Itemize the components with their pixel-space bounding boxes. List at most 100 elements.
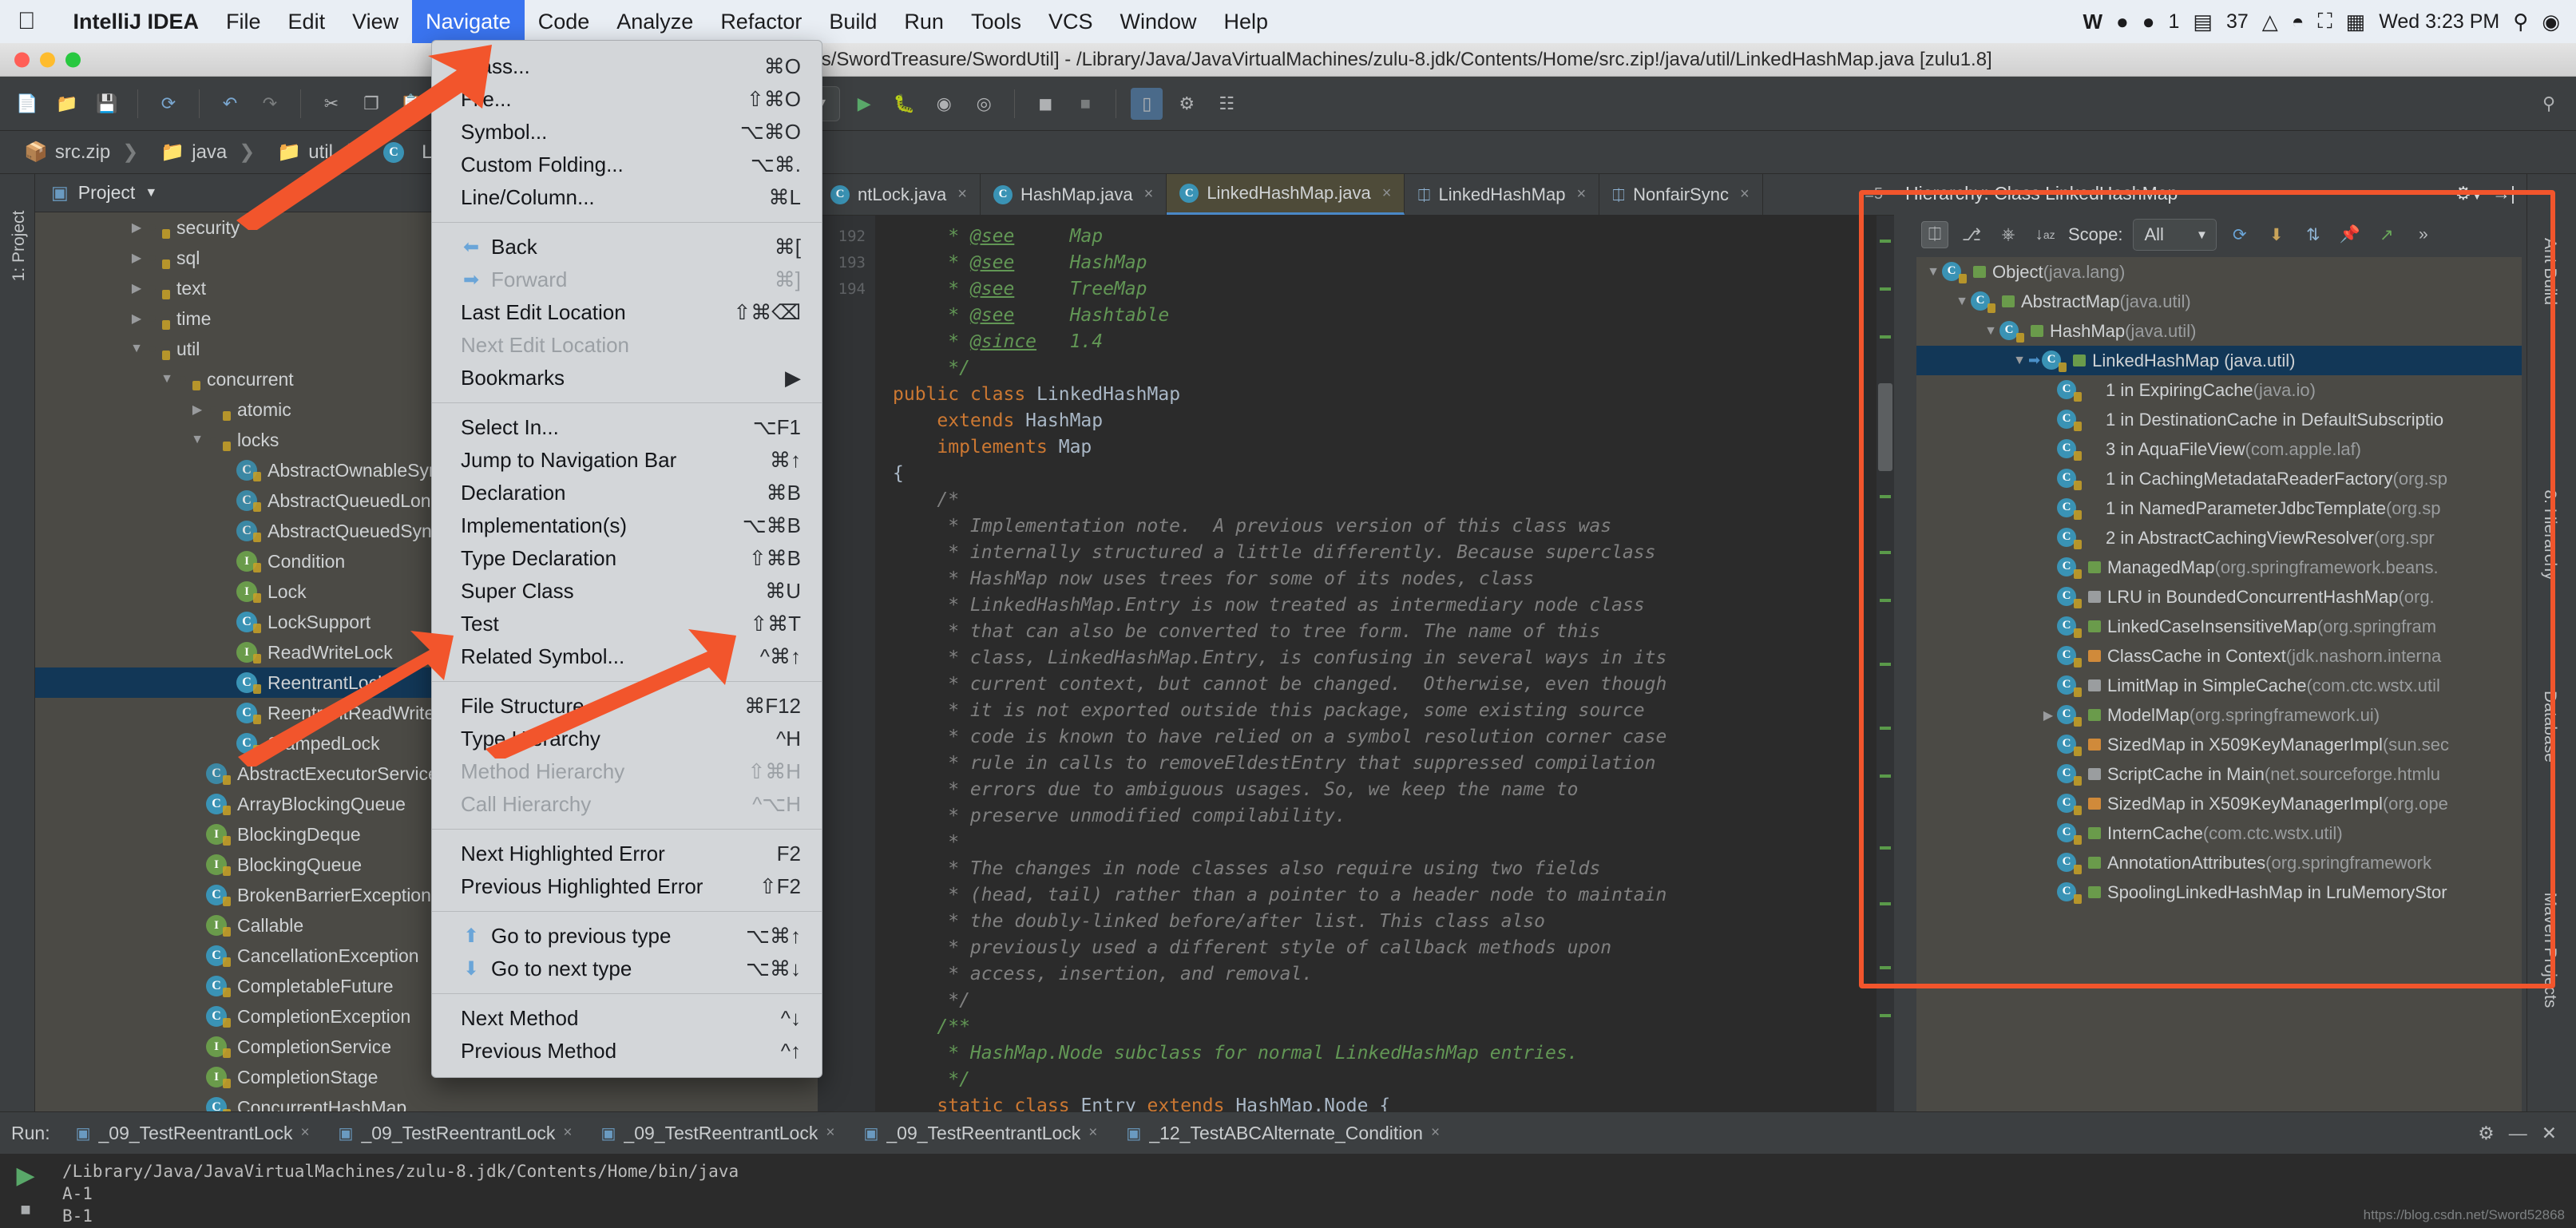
tool-window-database-label[interactable]: Database: [2540, 663, 2559, 790]
code-line[interactable]: */: [893, 988, 1894, 1014]
navigate-menu-item[interactable]: Next Highlighted Error F2: [432, 838, 822, 870]
close-tab-icon[interactable]: ×: [957, 185, 967, 204]
expand-toggle-icon[interactable]: ▶: [128, 280, 145, 296]
code-line[interactable]: */: [893, 1067, 1894, 1093]
breadcrumb-item-java[interactable]: 📁 java ❯: [151, 141, 264, 164]
code-line[interactable]: extends HashMap: [893, 408, 1894, 434]
hierarchy-tree-row[interactable]: C 2 in AbstractCachingViewResolver (org.s…: [1916, 523, 2522, 553]
code-line[interactable]: * rule in calls to removeEldestEntry tha…: [893, 751, 1894, 777]
window-controls[interactable]: [14, 52, 81, 67]
hierarchy-tree-row[interactable]: C SpoolingLinkedHashMap in LruMemoryStor: [1916, 877, 2522, 907]
navigate-menu-item[interactable]: File Structure ⌘F12: [432, 690, 822, 723]
code-line[interactable]: * HashMap.Node subclass for normal Linke…: [893, 1040, 1894, 1067]
close-run-tab-icon[interactable]: ×: [563, 1124, 572, 1142]
expand-toggle-icon[interactable]: ▶: [128, 311, 145, 327]
close-panel-icon[interactable]: ✕: [2542, 1123, 2557, 1144]
code-view[interactable]: 192 193 194 * @see Map * @see HashMap * @s…: [818, 216, 1894, 1121]
expand-toggle-icon[interactable]: ▼: [128, 342, 145, 356]
run-tab[interactable]: ▣ _09_TestReentrantLock ×: [61, 1123, 324, 1144]
navigate-menu-item[interactable]: Class... ⌘O: [432, 50, 822, 83]
code-line[interactable]: * current context, but cannot be changed…: [893, 671, 1894, 698]
hierarchy-tree[interactable]: ▼ C Object (java.lang) ▼ C AbstractMap (java.…: [1916, 257, 2522, 1177]
open-folder-icon[interactable]: 📁: [51, 88, 83, 120]
navigate-menu-item[interactable]: Custom Folding... ⌥⌘.: [432, 149, 822, 181]
menu-item-run[interactable]: Run: [890, 0, 957, 43]
breadcrumb-item-util[interactable]: 📁 util ❯: [268, 141, 371, 164]
code-line[interactable]: {: [893, 461, 1894, 487]
tab-overflow-indicator[interactable]: ≡5: [1853, 174, 1894, 215]
minimize-window-button[interactable]: [40, 52, 55, 67]
keyboard-icon[interactable]: ▦: [2346, 10, 2366, 34]
close-tab-icon[interactable]: ×: [1576, 185, 1586, 204]
more-icon[interactable]: »: [2410, 221, 2437, 248]
code-line[interactable]: * preserve unmodified compilability.: [893, 803, 1894, 830]
tool-window-project-label[interactable]: 1: Project: [10, 198, 29, 294]
code-line[interactable]: /**: [893, 1014, 1894, 1040]
breadcrumb-item-srczip[interactable]: 📦 src.zip ❯: [14, 141, 148, 164]
code-line[interactable]: *: [893, 830, 1894, 856]
debug-button[interactable]: 🐛: [888, 88, 920, 120]
hierarchy-tree-row[interactable]: C LimitMap in SimpleCache (com.ctc.wstx.u…: [1916, 671, 2522, 700]
navigate-menu-item[interactable]: Declaration ⌘B: [432, 477, 822, 509]
hierarchy-tree-row[interactable]: ▶ C ModelMap (org.springframework.ui): [1916, 700, 2522, 730]
minimize-panel-icon[interactable]: —: [2509, 1123, 2527, 1144]
copy-icon[interactable]: ❐: [355, 88, 387, 120]
refresh-icon[interactable]: ⟳: [2226, 221, 2253, 248]
gear-icon[interactable]: ⚙▼: [2455, 183, 2483, 204]
hierarchy-tree-row[interactable]: C AnnotationAttributes (org.springframewo…: [1916, 848, 2522, 877]
error-stripe-marker[interactable]: [1877, 216, 1894, 1121]
tool-window-maven-label[interactable]: Maven Projects: [2540, 886, 2559, 1014]
code-line[interactable]: * class, LinkedHashMap.Entry, is confusi…: [893, 645, 1894, 671]
menu-item-code[interactable]: Code: [525, 0, 604, 43]
hierarchy-tree-row[interactable]: C 1 in NamedParameterJdbcTemplate (org.sp: [1916, 493, 2522, 523]
export-icon[interactable]: ⬇: [2263, 221, 2290, 248]
hierarchy-tree-row[interactable]: C LRU in BoundedConcurrentHashMap (org.: [1916, 582, 2522, 612]
run-tab-bar[interactable]: Run: ▣ _09_TestReentrantLock × ▣ _09_TestRee…: [0, 1112, 2576, 1154]
code-line[interactable]: implements Map: [893, 434, 1894, 461]
code-line[interactable]: */: [893, 355, 1894, 382]
close-run-tab-icon[interactable]: ×: [826, 1124, 834, 1142]
hierarchy-tree-row[interactable]: C 1 in ExpiringCache (java.io): [1916, 375, 2522, 405]
editor-scrollbar-thumb[interactable]: [1878, 383, 1892, 471]
hierarchy-tree-row[interactable]: ▼ C HashMap (java.util): [1916, 316, 2522, 346]
code-line[interactable]: * Implementation note. A previous versio…: [893, 513, 1894, 540]
expand-toggle-icon[interactable]: ▼: [158, 372, 176, 386]
navigate-menu-item[interactable]: ⬅ Back ⌘[: [432, 231, 822, 263]
hierarchy-tree-row[interactable]: C InternCache (com.ctc.wstx.util): [1916, 818, 2522, 848]
close-tab-icon[interactable]: ×: [1144, 185, 1154, 204]
expand-toggle-icon[interactable]: ▼: [2011, 354, 2028, 368]
menu-item-edit[interactable]: Edit: [275, 0, 339, 43]
chevron-down-icon[interactable]: ▼: [145, 186, 157, 200]
tool-window-ant-build-label[interactable]: Ant Build: [2540, 208, 2559, 335]
settings-icon[interactable]: ⚙: [1171, 88, 1203, 120]
profile-button[interactable]: ◎: [968, 88, 1000, 120]
navigate-menu-item[interactable]: Related Symbol... ^⌘↑: [432, 640, 822, 673]
navigate-menu-item[interactable]: Type Hierarchy ^H: [432, 723, 822, 755]
chevron-down-icon[interactable]: ▼: [2196, 228, 2208, 242]
hierarchy-tree-row[interactable]: C 1 in CachingMetadataReaderFactory (org.…: [1916, 464, 2522, 493]
hierarchy-tree-row[interactable]: ▼ ➡ C LinkedHashMap (java.util): [1916, 346, 2522, 375]
code-line[interactable]: * (head, tail) rather than a pointer to …: [893, 882, 1894, 909]
run-button[interactable]: ▶: [848, 88, 880, 120]
hierarchy-tree-row[interactable]: ▼ C AbstractMap (java.util): [1916, 287, 2522, 316]
tool-window-hierarchy-label[interactable]: 8: Hierarchy: [2540, 471, 2559, 599]
code-line[interactable]: public class LinkedHashMap: [893, 382, 1894, 408]
code-line[interactable]: * @see Map: [893, 224, 1894, 250]
search-icon[interactable]: ⚲: [2513, 10, 2528, 34]
menu-item-intellij-idea[interactable]: IntelliJ IDEA: [60, 0, 213, 43]
run-tab[interactable]: ▣ _12_TestABCAlternate_Condition ×: [1112, 1123, 1454, 1144]
hierarchy-tree-row[interactable]: C SizedMap in X509KeyManagerImpl (org.ope: [1916, 789, 2522, 818]
expand-toggle-icon[interactable]: ▼: [1953, 295, 1971, 309]
control-center-icon[interactable]: ◉: [2542, 10, 2560, 34]
code-line[interactable]: * internally structured a little differe…: [893, 540, 1894, 566]
menu-item-build[interactable]: Build: [815, 0, 890, 43]
expand-toggle-icon[interactable]: ▶: [188, 402, 206, 418]
expand-collapse-icon[interactable]: ⇅: [2300, 221, 2327, 248]
gear-icon[interactable]: ⚙: [2478, 1123, 2495, 1144]
close-window-button[interactable]: [14, 52, 30, 67]
run-tab[interactable]: ▣ _09_TestReentrantLock ×: [849, 1123, 1112, 1144]
hierarchy-tree-row[interactable]: ▼ C Object (java.lang): [1916, 257, 2522, 287]
menu-item-view[interactable]: View: [339, 0, 412, 43]
clock[interactable]: Wed 3:23 PM: [2379, 10, 2499, 34]
maximize-window-button[interactable]: [65, 52, 81, 67]
